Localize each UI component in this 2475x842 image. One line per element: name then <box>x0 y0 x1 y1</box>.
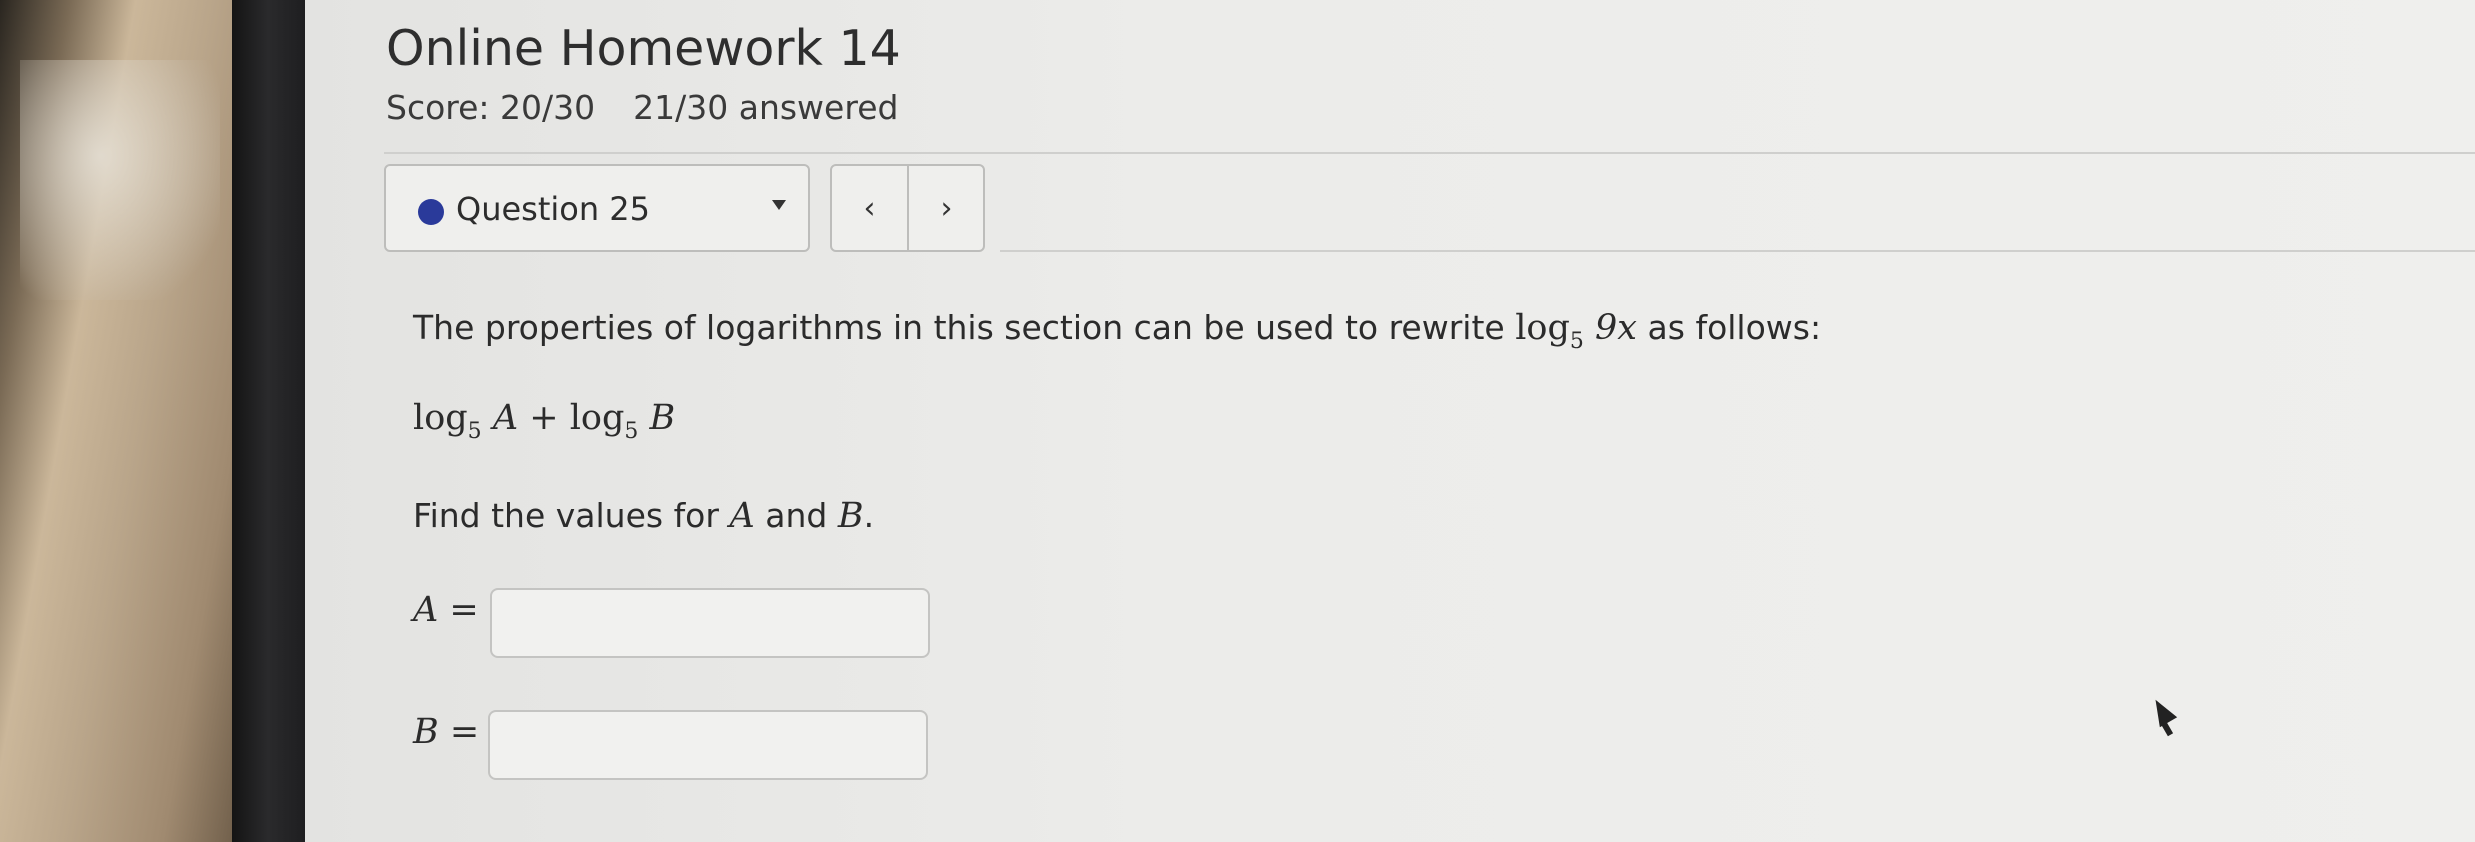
header-divider <box>384 152 2475 154</box>
question-select[interactable]: Question 25 <box>384 164 810 252</box>
answer-b-input[interactable] <box>488 710 928 780</box>
score-text: Score: 20/30 <box>386 88 596 127</box>
find-var-b: B <box>837 496 864 536</box>
find-instruction: Find the values for A and B. <box>413 496 875 536</box>
desk-background <box>0 0 240 842</box>
question-select-label: Question 25 <box>456 190 651 228</box>
answered-count: 21/30 answered <box>633 88 899 127</box>
chevron-right-icon: › <box>940 190 953 226</box>
previous-question-button[interactable]: ‹ <box>832 166 907 250</box>
question-status-dot-icon <box>418 199 444 225</box>
problem-intro: The properties of logarithms in this sec… <box>413 308 1822 354</box>
answer-b-label: B = <box>413 712 480 752</box>
question-nav-group: ‹ › <box>830 164 985 252</box>
log-expression-given: log5 9x <box>1515 308 1638 354</box>
intro-text-after: as follows: <box>1647 308 1822 347</box>
next-question-button[interactable]: › <box>909 166 984 250</box>
log-sum-expression: log5 A + log5 B <box>413 398 676 444</box>
nav-divider <box>1000 250 2475 252</box>
monitor-bezel <box>232 0 312 842</box>
caret-down-icon <box>772 200 786 210</box>
chevron-left-icon: ‹ <box>863 190 876 226</box>
answer-a-label: A = <box>413 590 479 630</box>
find-var-a: A <box>729 496 755 536</box>
intro-text-before: The properties of logarithms in this sec… <box>413 308 1505 347</box>
score-line: Score: 20/30 21/30 answered <box>386 88 898 127</box>
answer-a-input[interactable] <box>490 588 930 658</box>
page-title: Online Homework 14 <box>386 20 901 77</box>
